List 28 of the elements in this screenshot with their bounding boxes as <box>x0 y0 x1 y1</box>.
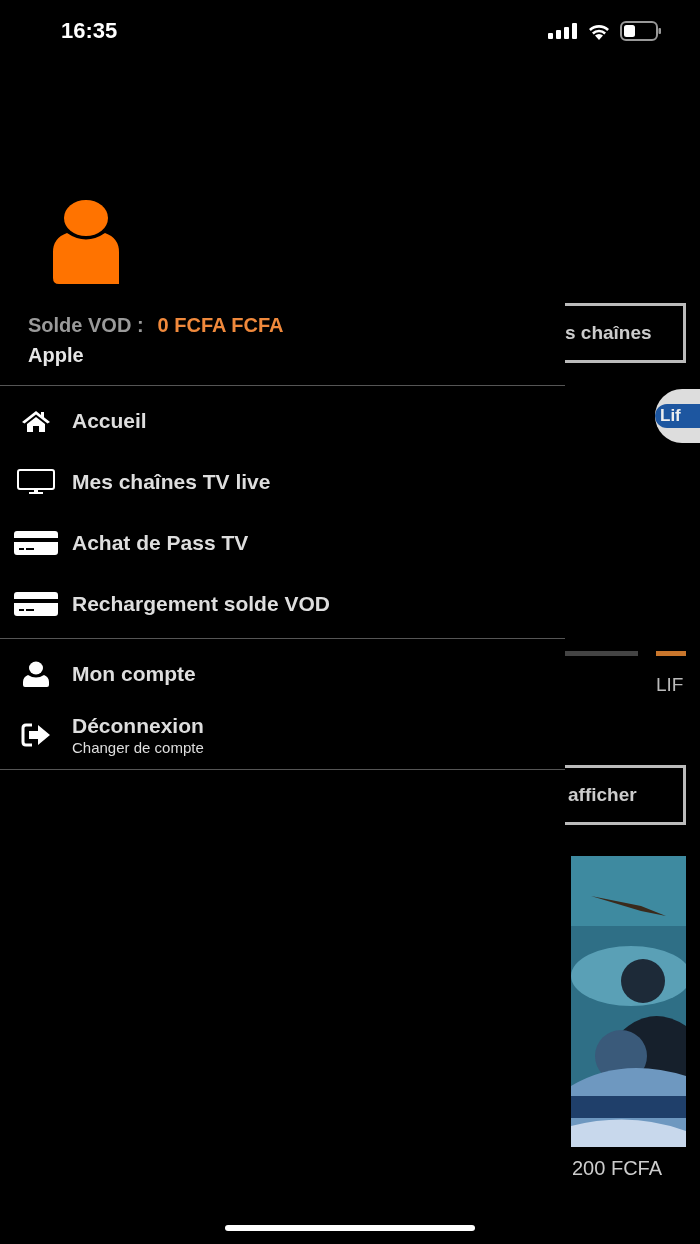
menu-item[interactable]: Achat de Pass TV <box>0 512 565 573</box>
menu-item[interactable]: Accueil <box>0 390 565 451</box>
avatar-icon <box>53 200 119 284</box>
signal-icon <box>548 23 578 39</box>
card-icon <box>14 530 58 555</box>
category-tab[interactable]: LIF <box>656 674 684 696</box>
show-button[interactable]: afficher <box>565 765 686 825</box>
menu-item[interactable]: Rechargement solde VOD <box>0 573 565 634</box>
tab-indicator[interactable] <box>565 651 638 656</box>
monitor-icon <box>17 468 55 495</box>
user-icon <box>23 660 49 687</box>
menu-item[interactable]: Mes chaînes TV live <box>0 451 565 512</box>
card-icon <box>14 591 58 616</box>
wifi-icon <box>587 22 611 40</box>
channels-button[interactable]: s chaînes <box>565 303 686 363</box>
status-time: 16:35 <box>61 18 118 44</box>
channel-logo[interactable]: Lif <box>655 389 700 443</box>
tab-indicator[interactable] <box>656 651 686 656</box>
balance-label: Solde VOD : <box>28 313 144 338</box>
logout-icon <box>21 722 51 747</box>
home-icon <box>21 409 51 432</box>
menu-item[interactable]: Mon compte <box>0 643 565 704</box>
price-label: 200 FCFA <box>572 1157 663 1180</box>
user-name: Apple <box>28 343 85 368</box>
menu-item[interactable]: Déconnexion Changer de compte <box>0 704 565 765</box>
battery-icon <box>620 21 662 41</box>
balance-value: 0 FCFA FCFA <box>157 313 284 338</box>
home-indicator[interactable] <box>225 1225 475 1231</box>
